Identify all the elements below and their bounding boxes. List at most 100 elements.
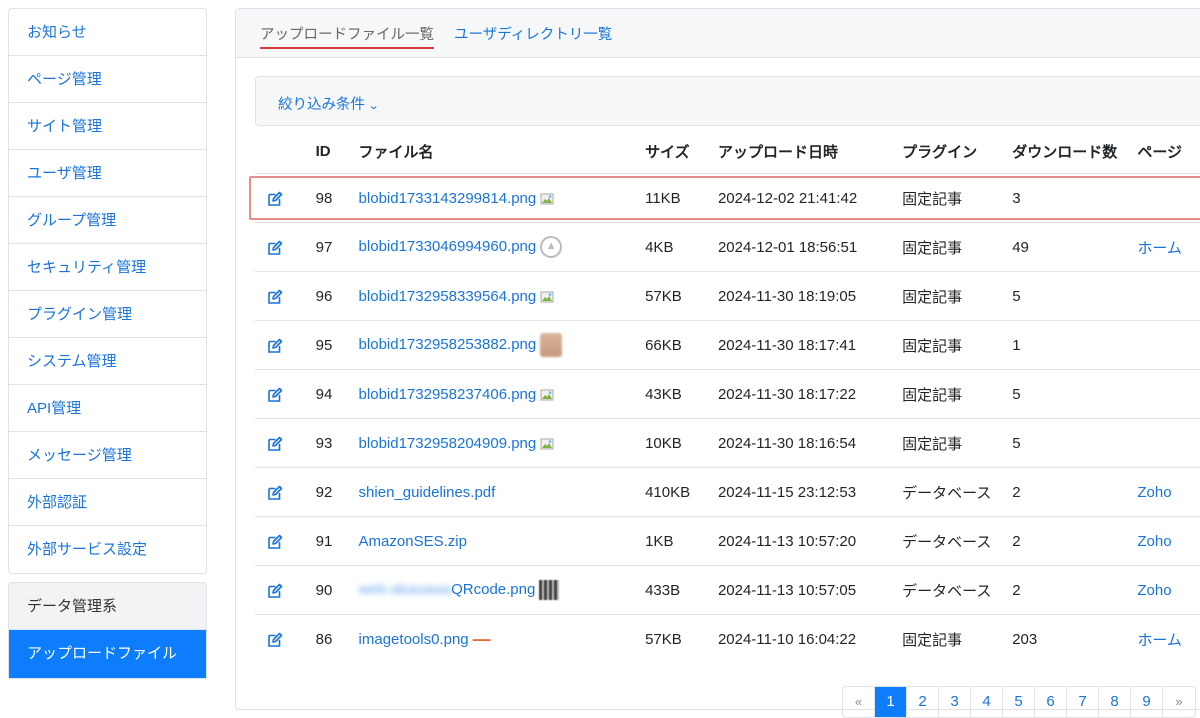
cell-size: 410KB [645,467,718,517]
sidebar-item-security[interactable]: セキュリティ管理 [9,244,206,291]
file-link[interactable]: blobid1732958237406.png [359,386,537,403]
file-name: blobid1732958339564.png [358,287,537,305]
file-link[interactable]: web-akaoawaQRcode.png [359,581,536,598]
sidebar-item-messages[interactable]: メッセージ管理 [9,432,206,479]
sidebar-item-sites[interactable]: サイト管理 [9,103,206,150]
cell-id: 98 [315,173,359,223]
pagination-page-6[interactable]: 6 [1035,687,1067,717]
cell-upload-date: 2024-11-30 18:17:22 [717,369,903,419]
file-link[interactable]: blobid1732958204909.png [359,435,537,452]
header-id: ID [315,142,331,160]
sidebar-item-uploaded-files[interactable]: アップロードファイル [9,630,206,678]
cell-plugin: 固定記事 [902,271,1013,321]
page-link[interactable]: ホーム [1137,240,1182,257]
cell-page [1137,320,1200,370]
cell-plugin: 固定記事 [902,222,1013,272]
table-header-row: ID ファイル名 サイズ アップロード日時 プラグイン ダウンロード数 ページ [255,129,1200,174]
cell-size: 4KB [645,222,718,272]
edit-icon[interactable] [267,583,283,599]
cell-page: Zoho [1137,516,1200,566]
cell-page: ホーム [1137,614,1200,663]
file-link[interactable]: blobid1733046994960.png [359,238,537,255]
edit-icon[interactable] [267,534,283,550]
tiny-text-thumbnail: ▬▬▬ [472,636,491,643]
cell-upload-date: 2024-12-01 18:56:51 [717,222,903,272]
pagination-page-8[interactable]: 8 [1099,687,1131,717]
broken-image-icon [540,389,554,401]
sidebar: お知らせ ページ管理 サイト管理 ユーザ管理 グループ管理 セキュリティ管理 プ… [8,8,207,679]
cell-downloads: 5 [1012,418,1138,468]
file-name: blobid1733046994960.png [358,237,537,255]
edit-icon[interactable] [267,436,283,452]
sidebar-item-pages[interactable]: ページ管理 [9,56,206,103]
cell-size: 43KB [645,369,718,419]
file-name: QRcode.png [451,580,536,598]
sidebar-item-notices[interactable]: お知らせ [9,9,206,56]
cell-file-name: blobid1733143299814.png [358,173,646,223]
pagination-page-9[interactable]: 9 [1131,687,1163,717]
cell-plugin: データベース [902,467,1013,517]
pagination-page-3[interactable]: 3 [939,687,971,717]
edit-icon[interactable] [267,485,283,501]
file-link[interactable]: blobid1732958339564.png [359,288,537,305]
pagination-page-1[interactable]: 1 [875,687,907,717]
cell-size: 10KB [645,418,718,468]
cell-upload-date: 2024-11-13 10:57:20 [717,516,903,566]
edit-icon[interactable] [267,240,283,256]
file-link[interactable]: imagetools0.png [359,631,469,648]
sidebar-item-plugins[interactable]: プラグイン管理 [9,291,206,338]
file-link[interactable]: blobid1733143299814.png [359,190,537,207]
pagination-next[interactable]: » [1163,687,1195,717]
tab-user-directories[interactable]: ユーザディレクトリ一覧 [454,23,612,44]
table-row: 91 AmazonSES.zip 1KB 2024-11-13 10:57:20 データ… [255,516,1200,566]
page-link[interactable]: Zoho [1137,484,1171,501]
sidebar-item-groups[interactable]: グループ管理 [9,197,206,244]
edit-cell [255,320,316,370]
pagination-prev[interactable]: « [843,687,875,717]
file-link[interactable]: AmazonSES.zip [359,533,467,550]
edit-cell [255,565,316,615]
file-link[interactable]: shien_guidelines.pdf [359,484,496,501]
sidebar-item-external-services[interactable]: 外部サービス設定 [9,526,206,573]
pagination-page-4[interactable]: 4 [971,687,1003,717]
cell-downloads: 1 [1012,320,1138,370]
cell-id: 93 [315,418,359,468]
edit-icon[interactable] [267,289,283,305]
sidebar-item-users[interactable]: ユーザ管理 [9,150,206,197]
page-link[interactable]: ホーム [1137,632,1182,649]
sidebar-item-api[interactable]: API管理 [9,385,206,432]
cell-downloads: 2 [1012,467,1138,517]
edit-icon[interactable] [267,632,283,648]
file-name: blobid1732958204909.png [358,434,537,452]
edit-icon[interactable] [267,387,283,403]
file-name-prefix: web-akaoawa [358,580,452,598]
pagination-page-5[interactable]: 5 [1003,687,1035,717]
pagination-page-7[interactable]: 7 [1067,687,1099,717]
sidebar-item-external-auth[interactable]: 外部認証 [9,479,206,526]
filter-toggle[interactable]: 絞り込み条件 ⌄ [278,93,380,114]
cell-size: 57KB [645,271,718,321]
cell-downloads: 2 [1012,516,1138,566]
page-link[interactable]: Zoho [1137,582,1171,599]
pagination-page-2[interactable]: 2 [907,687,939,717]
cell-plugin: 固定記事 [902,418,1013,468]
cell-downloads: 203 [1012,614,1138,663]
edit-icon[interactable] [267,338,283,354]
file-link[interactable]: blobid1732958253882.png [359,336,537,353]
cell-id: 90 [315,565,359,615]
tab-uploaded-files[interactable]: アップロードファイル一覧 [260,23,434,49]
edit-icon[interactable] [267,191,283,207]
cell-file-name: blobid1732958237406.png [358,369,646,419]
file-name: shien_guidelines.pdf [358,483,496,501]
cell-size: 57KB [645,614,718,663]
cell-id: 96 [315,271,359,321]
page-link[interactable]: Zoho [1137,533,1171,550]
cell-size: 66KB [645,320,718,370]
table-row: 97 blobid1733046994960.png ▲ 4KB 2024-12-01 … [255,222,1200,272]
cell-page [1137,173,1200,223]
edit-cell [255,222,316,272]
cell-size: 1KB [645,516,718,566]
sidebar-item-system[interactable]: システム管理 [9,338,206,385]
cell-file-name: blobid1733046994960.png ▲ [358,222,646,272]
cell-file-name: imagetools0.png ▬▬▬ [358,614,646,663]
